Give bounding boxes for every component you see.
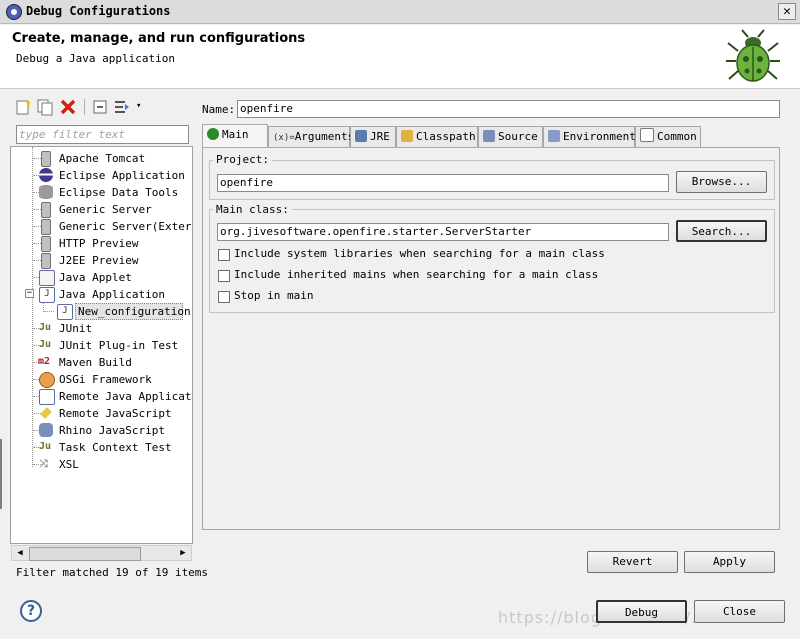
classpath-icon <box>401 130 413 142</box>
task-context-icon: Ju <box>39 441 52 452</box>
tree-item-http-preview[interactable]: HTTP Preview <box>11 235 192 252</box>
header-subtitle: Debug a Java application <box>16 52 175 65</box>
source-icon <box>483 130 495 142</box>
tab-source[interactable]: Source <box>478 126 543 147</box>
eclipse-icon <box>39 168 53 182</box>
view-menu-dropdown-icon[interactable]: ▾ <box>136 101 141 111</box>
debug-button[interactable]: Debug <box>596 600 687 623</box>
tree-item-xsl[interactable]: ⤨ XSL <box>11 456 192 473</box>
rhino-icon <box>39 423 53 437</box>
jre-icon <box>355 130 367 142</box>
tree-item-junit-plugin-test[interactable]: Ju JUnit Plug-in Test <box>11 337 192 354</box>
applet-icon <box>39 270 55 286</box>
java-app-icon: J <box>57 304 73 320</box>
include-inherited-mains-checkbox[interactable] <box>218 270 230 282</box>
tomcat-icon <box>41 151 51 167</box>
title-bar: Debug Configurations ✕ <box>0 0 800 24</box>
tab-common[interactable]: Common <box>635 126 701 147</box>
tree-item-generic-server-external[interactable]: Generic Server(Externa <box>11 218 192 235</box>
tab-environment[interactable]: Environment <box>543 126 636 147</box>
java-app-icon: J <box>39 287 55 303</box>
include-inherited-mains-label: Include inherited mains when searching f… <box>234 268 599 281</box>
header-title: Create, manage, and run configurations <box>12 31 306 46</box>
revert-button[interactable]: Revert <box>587 551 678 573</box>
stop-in-main-label: Stop in main <box>234 289 314 302</box>
config-tabs: Main (x)=Arguments JRE Classpath Source … <box>202 124 780 148</box>
tree-item-rhino-javascript[interactable]: Rhino JavaScript <box>11 422 192 439</box>
tree-item-remote-java-application[interactable]: Remote Java Applicatio <box>11 388 192 405</box>
server-icon <box>41 202 51 218</box>
environment-icon <box>548 130 560 142</box>
close-icon[interactable]: ✕ <box>778 3 796 20</box>
filter-status: Filter matched 19 of 19 items <box>16 566 209 579</box>
tree-collapse-toggle[interactable]: − <box>25 289 34 298</box>
toolbar-separator <box>84 99 85 115</box>
tree-item-java-applet[interactable]: Java Applet <box>11 269 192 286</box>
tab-arguments[interactable]: (x)=Arguments <box>268 126 354 147</box>
server-icon <box>41 219 51 235</box>
delete-icon[interactable] <box>59 98 77 116</box>
main-class-label: Main class: <box>213 203 292 216</box>
debug-bug-icon <box>726 29 780 82</box>
name-input[interactable]: openfire <box>237 100 780 118</box>
duplicate-icon[interactable] <box>36 98 54 116</box>
window-title: Debug Configurations <box>26 4 171 18</box>
arguments-icon: (x)= <box>273 133 295 143</box>
tree-item-eclipse-data-tools[interactable]: Eclipse Data Tools <box>11 184 192 201</box>
include-system-libraries-label: Include system libraries when searching … <box>234 247 605 260</box>
server-icon <box>41 253 51 269</box>
tree-item-remote-javascript[interactable]: Remote JavaScript <box>11 405 192 422</box>
junit-icon: Ju <box>39 322 52 333</box>
project-label: Project: <box>213 153 272 166</box>
tree-horizontal-scrollbar[interactable]: ◀ ▶ <box>11 545 192 561</box>
stop-in-main-checkbox[interactable] <box>218 291 230 303</box>
remote-js-icon <box>40 407 52 419</box>
window-edge <box>0 439 2 509</box>
include-system-libraries-checkbox[interactable] <box>218 249 230 261</box>
osgi-icon <box>39 372 55 388</box>
xsl-icon: ⤨ <box>39 457 48 470</box>
tree-item-java-application[interactable]: − J Java Application <box>11 286 192 303</box>
main-tab-panel: Project: openfire Browse... Main class: … <box>202 147 780 530</box>
filter-icon[interactable] <box>113 98 131 116</box>
tree-item-new-configuration[interactable]: J New_configuration <box>11 303 192 320</box>
tree-item-junit[interactable]: Ju JUnit <box>11 320 192 337</box>
tree-item-task-context-test[interactable]: Ju Task Context Test <box>11 439 192 456</box>
tree-item-generic-server[interactable]: Generic Server <box>11 201 192 218</box>
new-launch-config-icon[interactable] <box>14 98 32 116</box>
tree-item-maven-build[interactable]: m2 Maven Build <box>11 354 192 371</box>
tab-classpath[interactable]: Classpath <box>396 126 478 147</box>
name-label: Name: <box>202 103 236 116</box>
close-button[interactable]: Close <box>694 600 785 623</box>
filter-input[interactable]: type filter text <box>16 125 189 144</box>
scroll-right-icon[interactable]: ▶ <box>176 547 190 559</box>
tab-main[interactable]: Main <box>202 124 268 148</box>
debug-app-icon <box>6 4 22 20</box>
main-class-input[interactable]: org.jivesoftware.openfire.starter.Server… <box>217 223 669 241</box>
config-type-tree[interactable]: Apache Tomcat Eclipse Application Eclips… <box>10 146 193 544</box>
apply-button[interactable]: Apply <box>684 551 775 573</box>
search-button[interactable]: Search... <box>676 220 767 242</box>
server-icon <box>41 236 51 252</box>
remote-java-icon <box>39 389 55 405</box>
maven-icon: m2 <box>38 356 51 367</box>
scroll-thumb[interactable] <box>29 547 141 561</box>
tree-item-eclipse-application[interactable]: Eclipse Application <box>11 167 192 184</box>
tree-item-apache-tomcat[interactable]: Apache Tomcat <box>11 150 192 167</box>
common-icon <box>640 128 654 142</box>
help-icon[interactable]: ? <box>20 600 42 622</box>
config-toolbar: ▾ <box>10 96 194 120</box>
collapse-all-icon[interactable] <box>91 98 109 116</box>
scroll-left-icon[interactable]: ◀ <box>13 547 27 559</box>
junit-plugin-icon: Ju <box>39 339 52 350</box>
tab-jre[interactable]: JRE <box>350 126 396 147</box>
dialog-header: Create, manage, and run configurations D… <box>0 25 800 89</box>
database-icon <box>39 185 53 199</box>
tree-item-j2ee-preview[interactable]: J2EE Preview <box>11 252 192 269</box>
tree-item-osgi-framework[interactable]: OSGi Framework <box>11 371 192 388</box>
project-input[interactable]: openfire <box>217 174 669 192</box>
main-tab-icon <box>207 128 219 140</box>
browse-button[interactable]: Browse... <box>676 171 767 193</box>
